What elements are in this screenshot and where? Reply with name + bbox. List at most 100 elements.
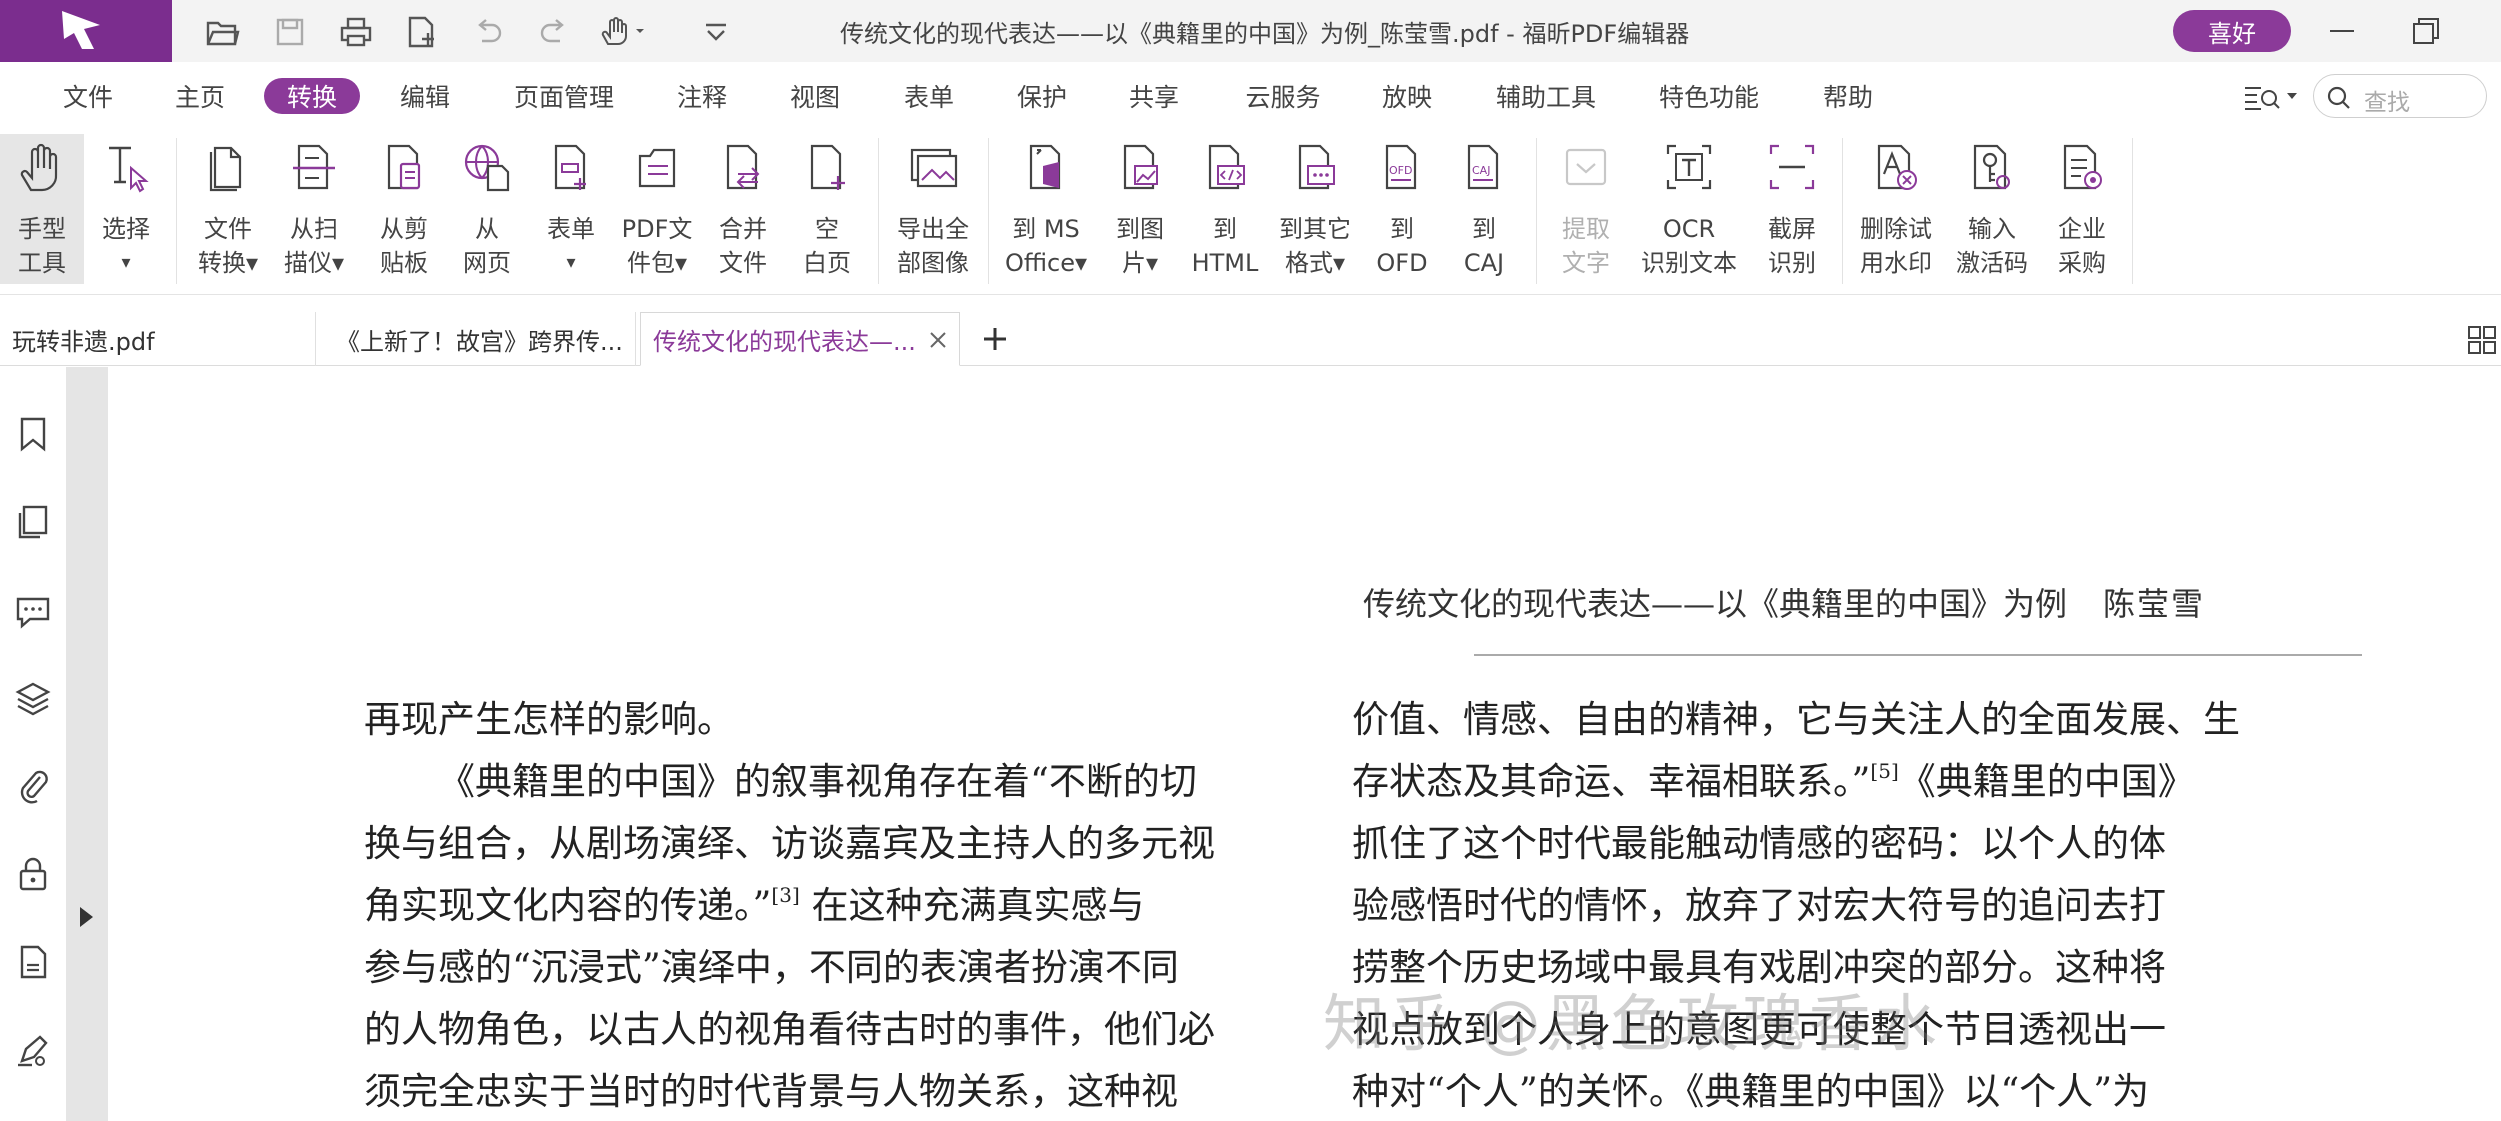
print-icon[interactable] [336,12,376,52]
file-convert-button[interactable]: 文件 转换▾ [188,134,268,284]
comments-icon[interactable] [14,591,52,629]
key-icon [1973,144,2010,190]
citation[interactable]: [3] [771,883,799,907]
search-placeholder: 查找 [2364,90,2410,116]
menu-featured[interactable]: 特色功能 [1653,78,1765,114]
document-tab-bar: 玩转非遗.pdf 《上新了！故宫》跨界传... 传统文化的现代表达—... [0,306,2501,366]
text-line: 再现产生怎样的影响。 [364,698,734,741]
redo-icon[interactable] [534,12,574,52]
file-convert-icon [209,146,242,192]
pdf-portfolio-button[interactable]: PDF文 件包▾ [614,134,700,284]
to-other-formats-button[interactable]: 到其它 格式▾ [1270,134,1360,284]
close-tab-icon[interactable] [927,329,949,351]
text-line: 抓住了这个时代最能触动情感的密码：以个人的体 [1352,822,2166,865]
to-html-button[interactable]: 到 HTML [1184,134,1266,284]
to-image-button[interactable]: 到图 片▾ [1102,134,1178,284]
undo-icon[interactable] [468,12,508,52]
tab-label: 玩转非遗.pdf [12,327,155,356]
ribbon-separator [2132,138,2133,284]
to-ofd-button[interactable]: OFD 到 OFD [1366,134,1438,284]
merge-files-button[interactable]: 合并 文件 [706,134,780,284]
hand-tool-button[interactable]: 手型 工具 [0,134,84,284]
menu-home[interactable]: 主页 [168,78,232,114]
enterprise-purchase-button[interactable]: 企业 采购 [2040,134,2124,284]
customize-toolbar-icon[interactable] [696,12,736,52]
sidebar-collapse-strip[interactable] [66,367,108,1121]
app-logo[interactable] [0,0,172,62]
layers-icon[interactable] [14,679,52,717]
to-ms-office-button[interactable]: 到 MS Office▾ [998,134,1094,284]
enter-activation-code-button[interactable]: 输入 激活码 [1950,134,2034,284]
form-dropdown-icon: ▾ [566,252,576,273]
remove-trial-watermark-button[interactable]: 删除试 用水印 [1852,134,1940,284]
remove-watermark-icon [1877,144,1917,190]
minimize-icon[interactable] [2316,10,2368,52]
text-line: 参与感的“沉浸式”演绎中，不同的表演者扮演不同 [364,946,1179,989]
from-scanner-button[interactable]: 从扫 描仪▾ [274,134,354,284]
menu-view[interactable]: 视图 [783,78,847,114]
new-document-icon[interactable] [402,12,442,52]
to-caj-button[interactable]: CAJ 到 CAJ [1448,134,1520,284]
select-text-icon [109,146,149,193]
screenshot-recognize-button[interactable]: 截屏 识别 [1752,134,1832,284]
restore-icon[interactable] [2400,10,2452,52]
svg-text:OFD: OFD [1389,164,1412,177]
menu-comment[interactable]: 注释 [670,78,734,114]
extract-text-button[interactable]: 提取 文字 [1548,134,1624,284]
ofd-icon: OFD [1385,144,1417,190]
expand-panel-icon[interactable] [80,907,93,927]
menu-accessibility-tools[interactable]: 辅助工具 [1490,78,1602,114]
text-line: 种对“个人”的关怀。《典籍里的中国》以“个人”为 [1352,1070,2150,1113]
security-lock-icon[interactable] [14,855,52,893]
ocr-icon [1666,144,1712,190]
form-button[interactable]: 表单 ▾ [534,134,608,284]
reading-mode-dropdown-icon[interactable] [2243,82,2303,112]
menu-help[interactable]: 帮助 [1816,78,1880,114]
tab-document-2[interactable]: 《上新了！故宫》跨界传... [324,312,636,366]
ocr-recognize-text-button[interactable]: OCR 识别文本 [1634,134,1744,284]
tile-view-icon[interactable] [2466,324,2498,356]
signature-icon[interactable] [14,1031,52,1069]
tab-document-3[interactable]: 传统文化的现代表达—... [640,312,960,366]
document-page[interactable]: 传统文化的现代表达——以《典籍里的中国》为例 陈莹雪 再现产生怎样的影响。 《典籍… [108,367,2501,1121]
menu-share[interactable]: 共享 [1122,78,1186,114]
bookmark-icon[interactable] [14,415,52,453]
select-tool-button[interactable]: 选择 ▾ [90,134,162,284]
from-webpage-button[interactable]: 从 网页 [450,134,524,284]
svg-text:CAJ: CAJ [1472,164,1490,177]
export-all-images-button[interactable]: 导出全 部图像 [888,134,978,284]
citation[interactable]: [5] [1870,759,1898,783]
tab-label: 《上新了！故宫》跨界传... [336,327,623,356]
menu-page-management[interactable]: 页面管理 [508,78,620,114]
running-header-title: 传统文化的现代表达——以《典籍里的中国》为例 [1363,585,2068,623]
menu-form[interactable]: 表单 [897,78,961,114]
menu-convert[interactable]: 转换 [264,78,360,114]
page-thumbnails-icon[interactable] [14,503,52,541]
text-line: 须完全忠实于当时的时代背景与人物关系，这种视 [364,1070,1178,1113]
add-tab-icon[interactable] [980,324,1010,354]
blank-page-button[interactable]: 空 白页 [790,134,864,284]
scanner-icon [293,144,335,190]
open-folder-icon[interactable] [203,12,243,52]
menu-cloud-service[interactable]: 云服务 [1238,78,1328,114]
ribbon-toolbar: 手型 工具 选择 ▾ 文件 转换▾ 从扫 描仪▾ 从剪 贴板 从 网页 表单 ▾… [0,130,2501,295]
globe-icon [464,144,510,192]
text-line: 换与组合，从剧场演绎、访谈嘉宾及主持人的多元视 [364,822,1215,865]
ribbon-separator [176,138,177,284]
close-window-icon[interactable] [2470,10,2501,52]
menu-file[interactable]: 文件 [56,78,120,114]
other-formats-icon [1298,144,1335,190]
tab-document-1[interactable]: 玩转非遗.pdf [0,312,316,366]
from-clipboard-button[interactable]: 从剪 贴板 [364,134,444,284]
attachment-icon[interactable] [14,767,52,805]
header-rule [1474,654,2362,656]
vip-button[interactable]: 喜好 [2173,10,2291,52]
menu-protect[interactable]: 保护 [1010,78,1074,114]
search-input[interactable]: 查找 [2313,74,2487,118]
page-properties-icon[interactable] [14,943,52,981]
save-icon[interactable] [270,12,310,52]
menu-slideshow[interactable]: 放映 [1375,78,1439,114]
html-icon [1208,144,1245,190]
hand-mode-dropdown-icon[interactable] [598,12,650,52]
menu-edit[interactable]: 编辑 [393,78,457,114]
